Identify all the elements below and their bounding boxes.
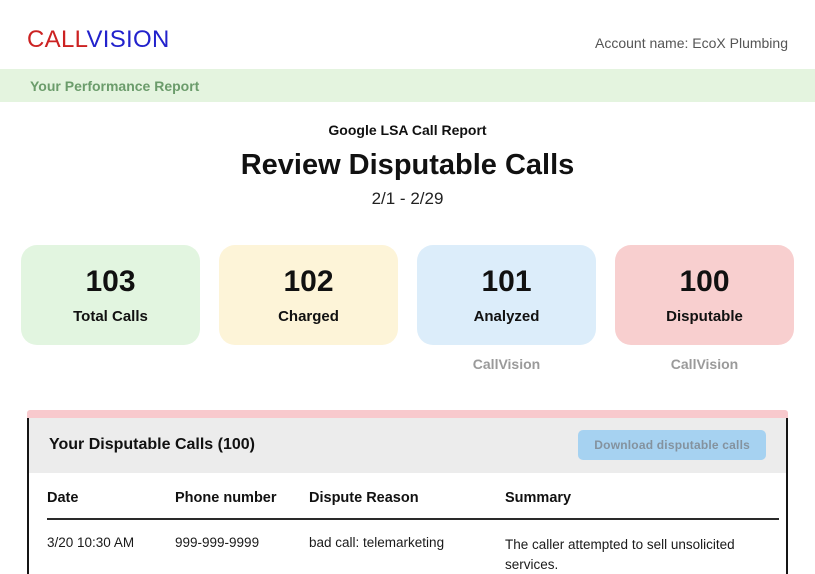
panel-header: Your Disputable Calls (100) Download dis…	[29, 418, 786, 473]
banner-title: Your Performance Report	[30, 77, 200, 94]
cell-date: 3/20 10:30 AM	[47, 535, 135, 550]
column-header-phone: Phone number	[175, 490, 277, 506]
page-title: Review Disputable Calls	[240, 149, 575, 181]
stat-card-charged: 102 Charged	[219, 245, 398, 345]
panel-accent-bar	[27, 410, 788, 418]
watermark-spacer	[21, 356, 200, 372]
stat-label: Total Calls	[73, 308, 148, 325]
stat-value: 100	[679, 265, 730, 298]
logo-call-part: CALL	[27, 26, 87, 53]
report-subtitle: Google LSA Call Report	[328, 122, 487, 138]
stat-label: Analyzed	[473, 308, 540, 325]
logo-vision-part: VISION	[86, 26, 170, 53]
stat-card-total-calls: 103 Total Calls	[21, 245, 200, 345]
column-header-summary: Summary	[505, 490, 572, 506]
stat-value: 102	[283, 265, 334, 298]
report-date-range: 2/1 - 2/29	[371, 189, 444, 208]
download-disputable-calls-button[interactable]: Download disputable calls	[578, 430, 766, 460]
stat-label: Charged	[278, 308, 339, 325]
stat-card-analyzed: 101 Analyzed	[417, 245, 596, 345]
disputable-calls-panel: Your Disputable Calls (100) Download dis…	[27, 410, 788, 574]
column-header-date: Date	[47, 490, 79, 506]
stats-card-row: 103 Total Calls 102 Charged 101 Analyzed…	[0, 245, 815, 345]
cell-phone: 999-999-9999	[175, 535, 260, 550]
cell-reason: bad call: telemarketing	[309, 535, 445, 550]
account-name-label: Account name: EcoX Plumbing	[595, 35, 788, 51]
watermark-spacer	[219, 356, 398, 372]
table-header-row: Date Phone number Dispute Reason Summary	[47, 473, 779, 520]
disputable-calls-table: Date Phone number Dispute Reason Summary…	[29, 473, 786, 574]
stat-value: 101	[481, 265, 532, 298]
table-row: 3/20 10:30 AM 999-999-9999 bad call: tel…	[47, 520, 779, 574]
stat-card-disputable: 100 Disputable	[615, 245, 794, 345]
stat-label: Disputable	[666, 308, 743, 325]
callvision-logo: CALLVISION	[27, 26, 170, 54]
callvision-watermark: CallVision	[472, 356, 541, 372]
cell-summary: The caller attempted to sell unsolicited…	[505, 537, 735, 572]
column-header-reason: Dispute Reason	[309, 490, 419, 506]
page-header: CALLVISION Account name: EcoX Plumbing	[0, 0, 815, 69]
watermark-row: CallVision CallVision	[0, 356, 815, 372]
performance-report-banner: Your Performance Report	[0, 69, 815, 102]
disputable-calls-title: Your Disputable Calls (100)	[49, 436, 255, 453]
callvision-watermark: CallVision	[670, 356, 739, 372]
stat-value: 103	[85, 265, 136, 298]
